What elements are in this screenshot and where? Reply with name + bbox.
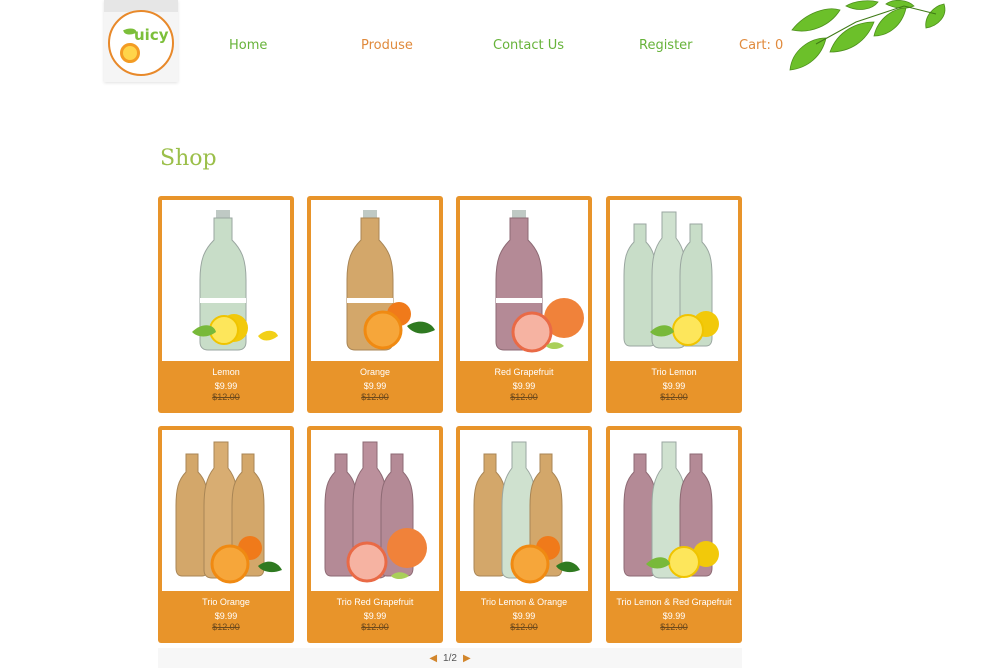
product-card[interactable]: Trio Lemon & Red Grapefruit $9.99 $12.00 bbox=[606, 426, 742, 643]
product-price: $9.99 bbox=[662, 611, 686, 621]
product-name: Lemon bbox=[212, 367, 240, 377]
product-price: $9.99 bbox=[363, 381, 387, 391]
product-card[interactable]: Trio Orange $9.99 $12.00 bbox=[158, 426, 294, 643]
product-image bbox=[610, 200, 738, 361]
product-name: Orange bbox=[359, 367, 391, 377]
product-old-price: $12.00 bbox=[212, 392, 240, 402]
product-name: Trio Red Grapefruit bbox=[336, 597, 414, 607]
product-card[interactable]: Trio Lemon $9.99 $12.00 bbox=[606, 196, 742, 413]
product-image bbox=[162, 200, 290, 361]
logo: uicy bbox=[108, 10, 174, 76]
product-price: $9.99 bbox=[214, 611, 238, 621]
product-old-price: $12.00 bbox=[212, 622, 240, 632]
page-title: Shop bbox=[160, 146, 217, 171]
nav-produse[interactable]: Produse bbox=[361, 38, 413, 53]
product-price: $9.99 bbox=[512, 381, 536, 391]
product-name: Red Grapefruit bbox=[494, 367, 554, 377]
product-price: $9.99 bbox=[214, 381, 238, 391]
nav-home[interactable]: Home bbox=[229, 38, 267, 53]
product-old-price: $12.00 bbox=[510, 392, 538, 402]
page-indicator: 1/2 bbox=[443, 653, 457, 664]
product-image bbox=[460, 200, 588, 361]
triangle-right-icon[interactable]: ▶ bbox=[463, 653, 471, 664]
product-old-price: $12.00 bbox=[361, 622, 389, 632]
product-name: Trio Lemon & Red Grapefruit bbox=[616, 597, 732, 607]
logo-text: uicy bbox=[134, 26, 169, 44]
product-image bbox=[610, 430, 738, 591]
product-price: $9.99 bbox=[363, 611, 387, 621]
product-card[interactable]: Trio Lemon & Orange $9.99 $12.00 bbox=[456, 426, 592, 643]
product-image bbox=[311, 200, 439, 361]
product-card[interactable]: Red Grapefruit $9.99 $12.00 bbox=[456, 196, 592, 413]
product-price: $9.99 bbox=[662, 381, 686, 391]
product-name: Trio Lemon bbox=[651, 367, 697, 377]
product-name: Trio Orange bbox=[202, 597, 250, 607]
product-card[interactable]: Trio Red Grapefruit $9.99 $12.00 bbox=[307, 426, 443, 643]
nav-contact[interactable]: Contact Us bbox=[493, 38, 564, 53]
product-image bbox=[311, 430, 439, 591]
product-price: $9.99 bbox=[512, 611, 536, 621]
product-old-price: $12.00 bbox=[660, 392, 688, 402]
product-card[interactable]: Lemon $9.99 $12.00 bbox=[158, 196, 294, 413]
product-old-price: $12.00 bbox=[361, 392, 389, 402]
triangle-left-icon[interactable]: ◀ bbox=[429, 653, 437, 664]
nav-cart[interactable]: Cart: 0 bbox=[739, 38, 783, 53]
logo-orange-icon bbox=[120, 43, 140, 63]
product-card[interactable]: Orange $9.99 $12.00 bbox=[307, 196, 443, 413]
logo-tab[interactable]: uicy bbox=[104, 0, 178, 82]
nav-register[interactable]: Register bbox=[639, 38, 693, 53]
product-name: Trio Lemon & Orange bbox=[480, 597, 568, 607]
leaves-decoration bbox=[789, 0, 946, 71]
product-image bbox=[162, 430, 290, 591]
product-old-price: $12.00 bbox=[510, 622, 538, 632]
product-old-price: $12.00 bbox=[660, 622, 688, 632]
product-image bbox=[460, 430, 588, 591]
pagination: ◀ 1/2 ▶ bbox=[158, 648, 742, 668]
